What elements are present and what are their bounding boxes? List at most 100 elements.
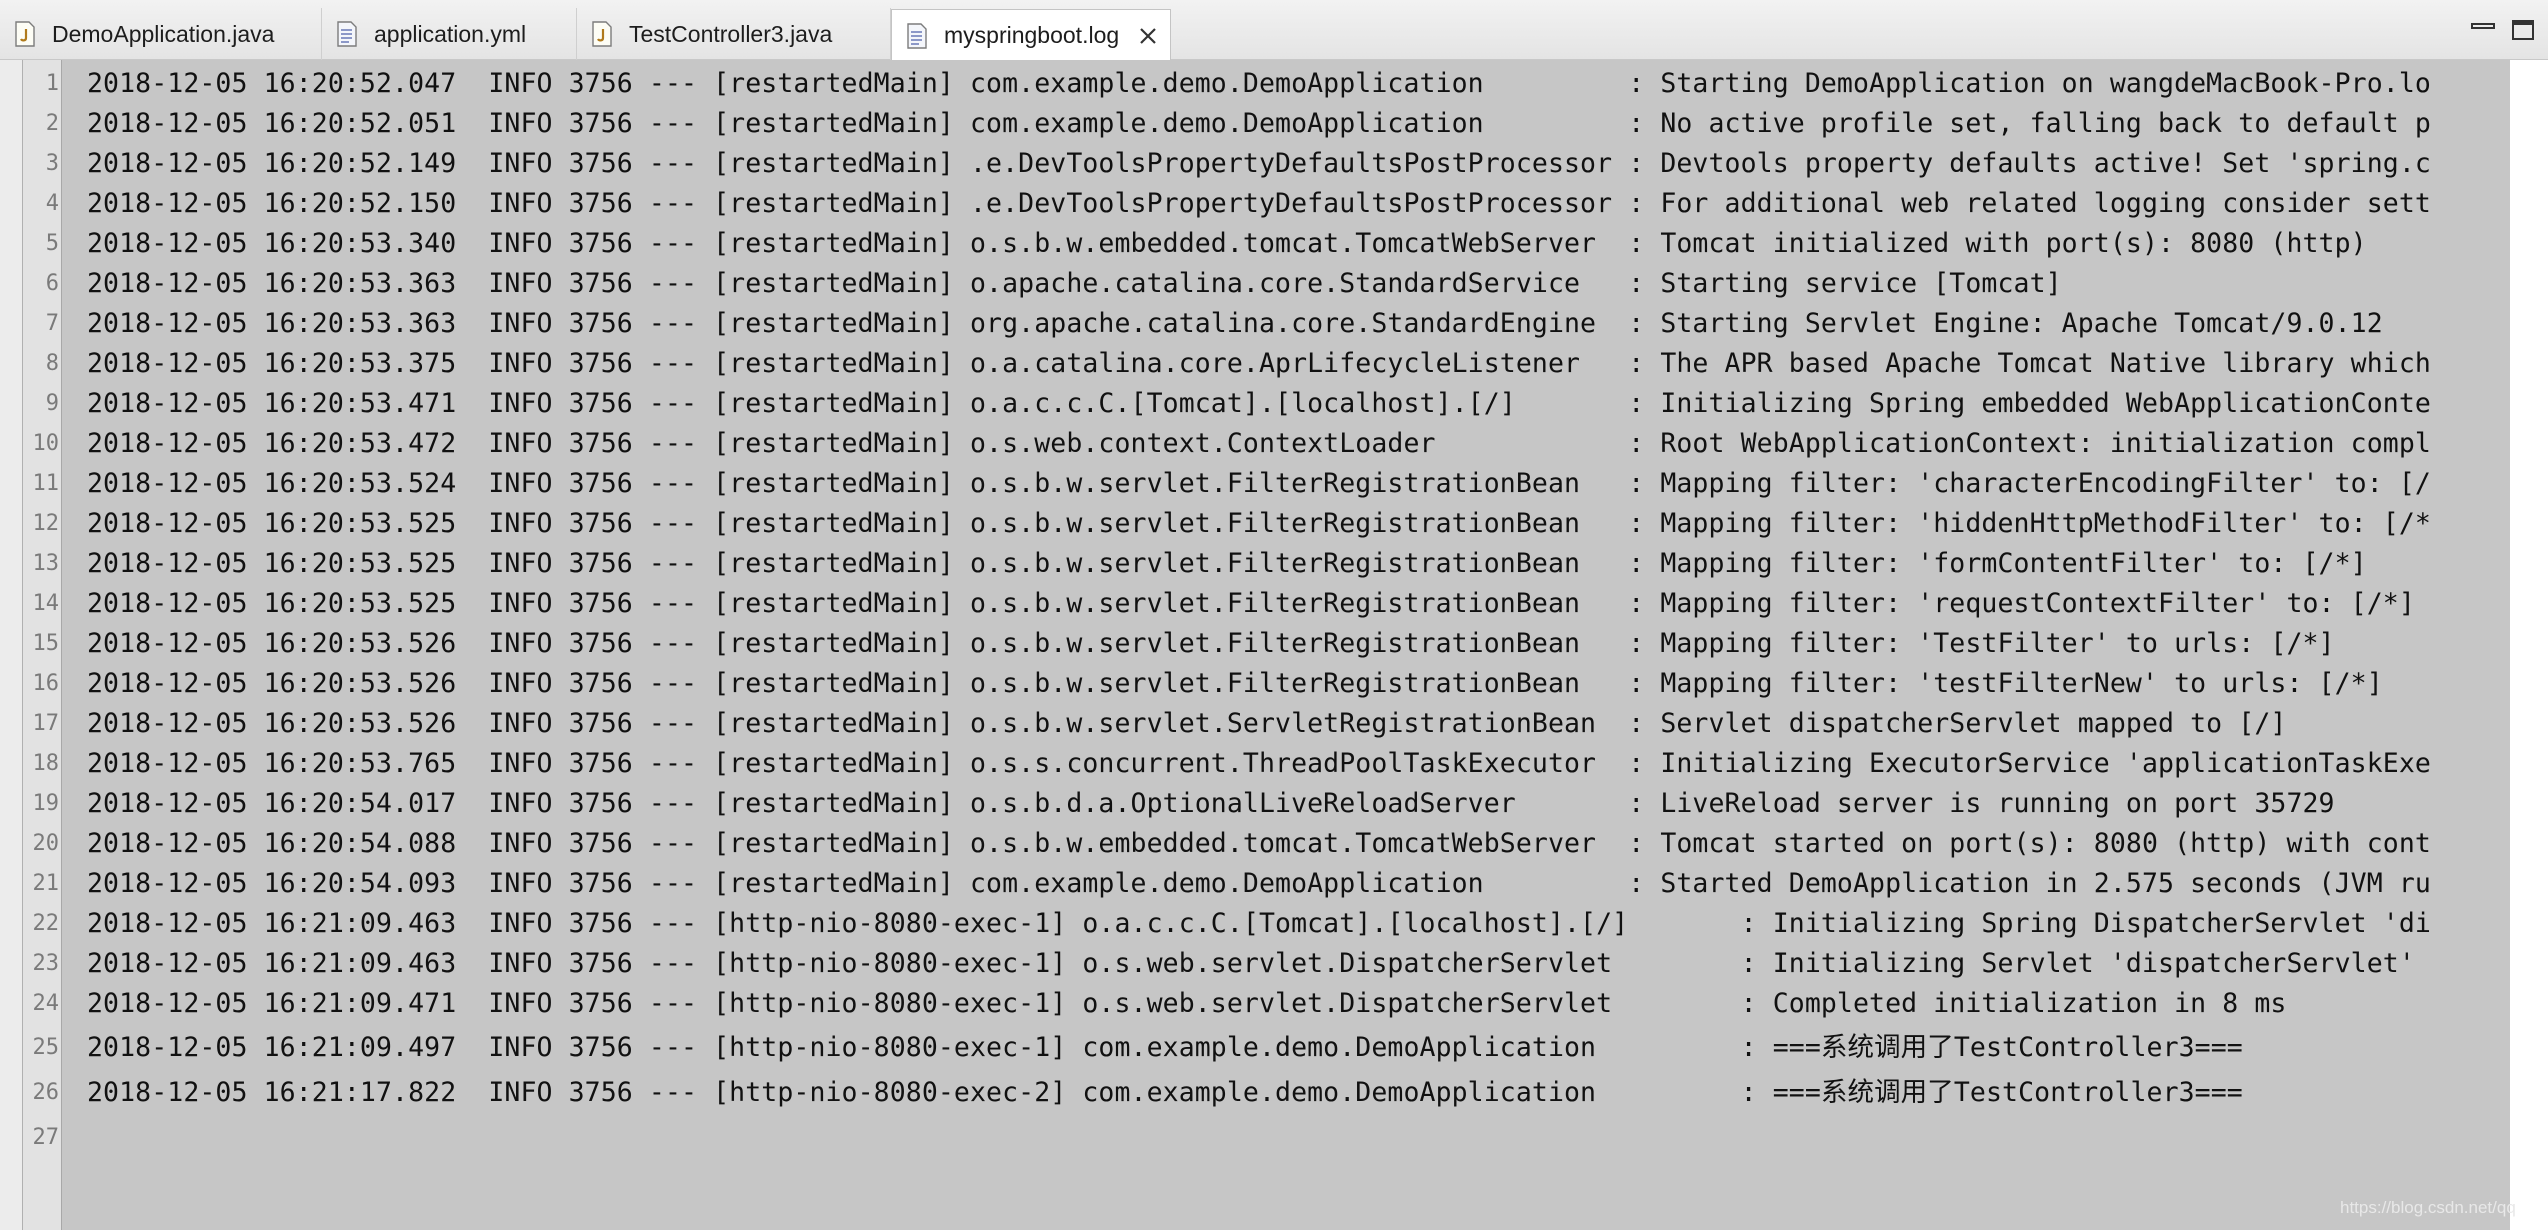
line-number: 21 (32, 871, 60, 896)
log-line-text: 2018-12-05 16:20:53.524 INFO 3756 --- [r… (87, 468, 2431, 499)
log-line: 20 2018-12-05 16:20:54.088 INFO 3756 --- … (33, 824, 2511, 864)
line-number: 7 (45, 311, 59, 336)
line-number: 19 (32, 791, 60, 816)
tab-label: myspringboot.log (944, 22, 1120, 48)
log-line-text: 2018-12-05 16:20:52.149 INFO 3756 --- [r… (87, 148, 2431, 179)
log-line-text: 2018-12-05 16:20:53.525 INFO 3756 --- [r… (87, 508, 2431, 539)
tab-label: application.yml (374, 20, 527, 47)
log-line-text: 2018-12-05 16:21:09.463 INFO 3756 --- [h… (87, 908, 2431, 939)
tab-myspringboot-log[interactable]: myspringboot.log (891, 9, 1171, 61)
line-number: 16 (32, 671, 60, 696)
line-number: 13 (32, 551, 60, 576)
log-line-text: 2018-12-05 16:20:54.017 INFO 3756 --- [r… (87, 788, 2335, 819)
log-line-text: 2018-12-05 16:20:53.363 INFO 3756 --- [r… (87, 308, 2383, 339)
log-line: 14 2018-12-05 16:20:53.525 INFO 3756 --- … (33, 584, 2511, 624)
log-line: 11 2018-12-05 16:20:53.524 INFO 3756 --- … (33, 464, 2511, 504)
line-number: 27 (32, 1125, 60, 1150)
line-number: 20 (32, 831, 60, 856)
maximize-icon[interactable] (2510, 18, 2536, 42)
line-number: 25 (32, 1035, 60, 1060)
log-line-text: 2018-12-05 16:21:09.471 INFO 3756 --- [h… (87, 988, 2287, 1019)
log-line-text: 2018-12-05 16:20:53.375 INFO 3756 --- [r… (87, 348, 2431, 379)
tab-label: TestController3.java (629, 20, 833, 47)
line-number: 17 (32, 711, 60, 736)
log-line-text: 2018-12-05 16:20:52.150 INFO 3756 --- [r… (87, 188, 2431, 219)
line-number: 24 (32, 991, 60, 1016)
log-line: 12 2018-12-05 16:20:53.525 INFO 3756 --- … (33, 504, 2511, 544)
log-line: 13 2018-12-05 16:20:53.525 INFO 3756 --- … (33, 544, 2511, 584)
log-line: 22 2018-12-05 16:21:09.463 INFO 3756 --- … (33, 904, 2511, 944)
text-file-icon (907, 22, 927, 49)
log-line: 6 2018-12-05 16:20:53.363 INFO 3756 --- [… (46, 264, 2511, 304)
line-number: 14 (32, 591, 60, 616)
log-line-text: 2018-12-05 16:20:54.088 INFO 3756 --- [r… (87, 828, 2431, 859)
line-number: 8 (45, 351, 59, 376)
line-number: 3 (45, 151, 59, 176)
log-line: 16 2018-12-05 16:20:53.526 INFO 3756 --- … (33, 664, 2511, 704)
log-line-text: 2018-12-05 16:20:53.526 INFO 3756 --- [r… (87, 628, 2335, 659)
log-line-text: 2018-12-05 16:20:53.340 INFO 3756 --- [r… (87, 228, 2367, 259)
line-number: 15 (32, 631, 60, 656)
log-line: 4 2018-12-05 16:20:52.150 INFO 3756 --- [… (46, 184, 2511, 224)
line-number: 2 (45, 111, 59, 136)
line-number: 4 (45, 191, 59, 216)
line-number: 22 (32, 911, 60, 936)
log-line: 25 2018-12-05 16:21:09.497 INFO 3756 --- … (33, 1024, 2511, 1069)
log-line-text: 2018-12-05 16:20:53.526 INFO 3756 --- [r… (87, 708, 2287, 739)
log-line: 5 2018-12-05 16:20:53.340 INFO 3756 --- [… (46, 224, 2511, 264)
watermark: https://blog.csdn.net/qq (2340, 1198, 2516, 1217)
tab-list: DemoApplication.java application.yml Tes… (0, 8, 1171, 61)
log-line-text: 2018-12-05 16:20:54.093 INFO 3756 --- [r… (87, 868, 2431, 899)
tab-testcontroller3-java[interactable]: TestController3.java (577, 8, 891, 60)
log-content: 1 2018-12-05 16:20:52.047 INFO 3756 --- [… (33, 64, 2511, 1159)
text-file-icon (337, 21, 357, 47)
log-line-text: 2018-12-05 16:20:53.363 INFO 3756 --- [r… (87, 268, 2062, 299)
line-number: 9 (45, 391, 59, 416)
log-line: 19 2018-12-05 16:20:54.017 INFO 3756 --- … (33, 784, 2511, 824)
line-number: 18 (32, 751, 60, 776)
log-line: 1 2018-12-05 16:20:52.047 INFO 3756 --- [… (46, 64, 2511, 104)
line-number: 23 (32, 951, 60, 976)
log-line-text: 2018-12-05 16:20:53.525 INFO 3756 --- [r… (87, 588, 2415, 619)
line-number: 10 (32, 431, 60, 456)
line-number: 1 (45, 71, 59, 96)
log-line: 3 2018-12-05 16:20:52.149 INFO 3756 --- [… (46, 144, 2511, 184)
log-line-text: 2018-12-05 16:20:53.471 INFO 3756 --- [r… (87, 388, 2431, 419)
java-file-icon (15, 21, 35, 47)
log-line-text: 2018-12-05 16:20:53.526 INFO 3756 --- [r… (87, 668, 2383, 699)
log-line: 2 2018-12-05 16:20:52.051 INFO 3756 --- [… (46, 104, 2511, 144)
log-line-text: 2018-12-05 16:21:17.822 INFO 3756 --- [h… (87, 1077, 2243, 1108)
log-line: 7 2018-12-05 16:20:53.363 INFO 3756 --- [… (46, 304, 2511, 344)
log-line: 26 2018-12-05 16:21:17.822 INFO 3756 --- … (33, 1069, 2511, 1114)
java-file-icon (592, 21, 612, 47)
tab-bar: DemoApplication.java application.yml Tes… (0, 0, 2548, 61)
log-line: 18 2018-12-05 16:20:53.765 INFO 3756 --- … (33, 744, 2511, 784)
tab-demoapplication-java[interactable]: DemoApplication.java (0, 8, 322, 60)
log-line-text: 2018-12-05 16:20:52.047 INFO 3756 --- [r… (87, 68, 2431, 99)
line-number: 5 (45, 231, 59, 256)
log-line: 15 2018-12-05 16:20:53.526 INFO 3756 --- … (33, 624, 2511, 664)
log-line-text: 2018-12-05 16:20:53.765 INFO 3756 --- [r… (87, 748, 2431, 779)
line-number: 11 (32, 471, 60, 496)
tab-label: DemoApplication.java (52, 20, 275, 47)
line-number: 26 (32, 1080, 60, 1105)
line-number: 12 (32, 511, 60, 536)
editor-window: DemoApplication.java application.yml Tes… (0, 0, 2548, 1230)
log-line: 17 2018-12-05 16:20:53.526 INFO 3756 --- … (33, 704, 2511, 744)
minimize-icon[interactable] (2470, 18, 2496, 42)
log-line: 27 (33, 1114, 2511, 1159)
log-line-text: 2018-12-05 16:20:53.525 INFO 3756 --- [r… (87, 548, 2367, 579)
tab-application-yml[interactable]: application.yml (322, 8, 577, 60)
log-line: 9 2018-12-05 16:20:53.471 INFO 3756 --- [… (46, 384, 2511, 424)
log-line-text: 2018-12-05 16:21:09.463 INFO 3756 --- [h… (87, 948, 2415, 979)
log-line-text: 2018-12-05 16:20:52.051 INFO 3756 --- [r… (87, 108, 2431, 139)
log-line-text: 2018-12-05 16:20:53.472 INFO 3756 --- [r… (87, 428, 2431, 459)
log-line: 10 2018-12-05 16:20:53.472 INFO 3756 --- … (33, 424, 2511, 464)
vertical-scrollbar[interactable] (2510, 60, 2548, 1230)
log-line: 24 2018-12-05 16:21:09.471 INFO 3756 --- … (33, 984, 2511, 1024)
close-icon[interactable] (1137, 25, 1159, 47)
line-number: 6 (45, 271, 59, 296)
log-line-text: 2018-12-05 16:21:09.497 INFO 3756 --- [h… (87, 1032, 2243, 1063)
log-editor[interactable]: 1 2018-12-05 16:20:52.047 INFO 3756 --- [… (22, 60, 2511, 1230)
log-line: 8 2018-12-05 16:20:53.375 INFO 3756 --- [… (46, 344, 2511, 384)
